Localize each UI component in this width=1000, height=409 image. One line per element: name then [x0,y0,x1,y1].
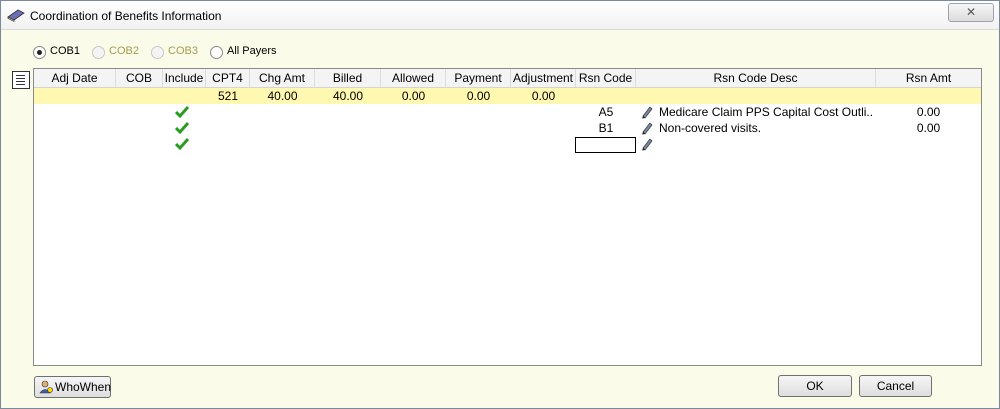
col-cpt4[interactable]: CPT4 [206,69,250,87]
col-rsn-amt[interactable]: Rsn Amt [876,69,981,87]
cell-cpt4[interactable]: 521 [206,88,250,104]
col-include[interactable]: Include [163,69,206,87]
title-bar[interactable]: Coordination of Benefits Information ✕ [1,1,999,30]
pen-icon[interactable] [640,105,654,119]
book-icon [7,9,25,22]
col-rsn-code[interactable]: Rsn Code [576,69,636,87]
col-allowed[interactable]: Allowed [381,69,446,87]
radio-all-payers-label: All Payers [227,45,277,57]
checkmark-icon[interactable] [175,106,189,118]
radio-cob3-circle [151,46,164,59]
radio-cob1-label: COB1 [50,45,80,57]
window-title: Coordination of Benefits Information [30,9,222,23]
cell-rsn-amt[interactable]: 0.00 [876,120,981,136]
cell-payment[interactable]: 0.00 [446,88,511,104]
col-rsn-code-desc[interactable]: Rsn Code Desc [636,69,876,87]
cell-chg-amt[interactable]: 40.00 [250,88,315,104]
cob-dialog: Coordination of Benefits Information ✕ C… [0,0,1000,409]
cell-rsn-code[interactable]: B1 [576,120,636,136]
checkmark-icon[interactable] [175,122,189,134]
cell-rsn-code[interactable]: A5 [576,104,636,120]
col-adjustment[interactable]: Adjustment [511,69,576,87]
table-row[interactable] [34,136,981,153]
ok-button[interactable]: OK [778,375,852,397]
col-adj-date[interactable]: Adj Date [34,69,116,87]
radio-cob1-circle[interactable] [33,46,46,59]
radio-cob3-label: COB3 [168,45,198,57]
pen-icon[interactable] [640,137,654,151]
benefits-grid: Adj Date COB Include CPT4 Chg Amt Billed… [33,68,982,366]
rsn-code-input[interactable] [575,137,636,153]
close-icon: ✕ [965,5,977,19]
cancel-button[interactable]: Cancel [859,375,932,397]
radio-cob2-label: COB2 [109,45,139,57]
ok-label: OK [806,379,824,393]
close-button[interactable]: ✕ [948,3,994,22]
radio-all-payers-circle[interactable] [210,46,223,59]
person-icon [39,380,53,394]
pen-icon[interactable] [640,121,654,135]
who-when-button[interactable]: WhoWhen [34,376,111,398]
col-billed[interactable]: Billed [315,69,381,87]
cell-rsn-code-desc[interactable]: Medicare Claim PPS Capital Cost Outli... [659,104,874,120]
grid-header: Adj Date COB Include CPT4 Chg Amt Billed… [34,69,981,88]
checkmark-icon[interactable] [175,138,189,150]
radio-cob2-circle [92,46,105,59]
col-payment[interactable]: Payment [446,69,511,87]
table-row[interactable]: A5 Medicare Claim PPS Capital Cost Outli… [34,104,981,120]
col-cob[interactable]: COB [116,69,163,87]
cell-billed[interactable]: 40.00 [315,88,381,104]
cell-allowed[interactable]: 0.00 [381,88,446,104]
cell-rsn-code-desc[interactable]: Non-covered visits. [659,120,874,136]
table-row[interactable]: 521 40.00 40.00 0.00 0.00 0.00 [34,88,981,104]
table-row[interactable]: B1 Non-covered visits. 0.00 [34,120,981,136]
col-chg-amt[interactable]: Chg Amt [250,69,315,87]
cell-rsn-amt[interactable]: 0.00 [876,104,981,120]
column-chooser-icon[interactable] [12,71,30,89]
who-when-label: WhoWhen [55,380,112,394]
cell-adjustment[interactable]: 0.00 [511,88,576,104]
cancel-label: Cancel [876,379,915,393]
